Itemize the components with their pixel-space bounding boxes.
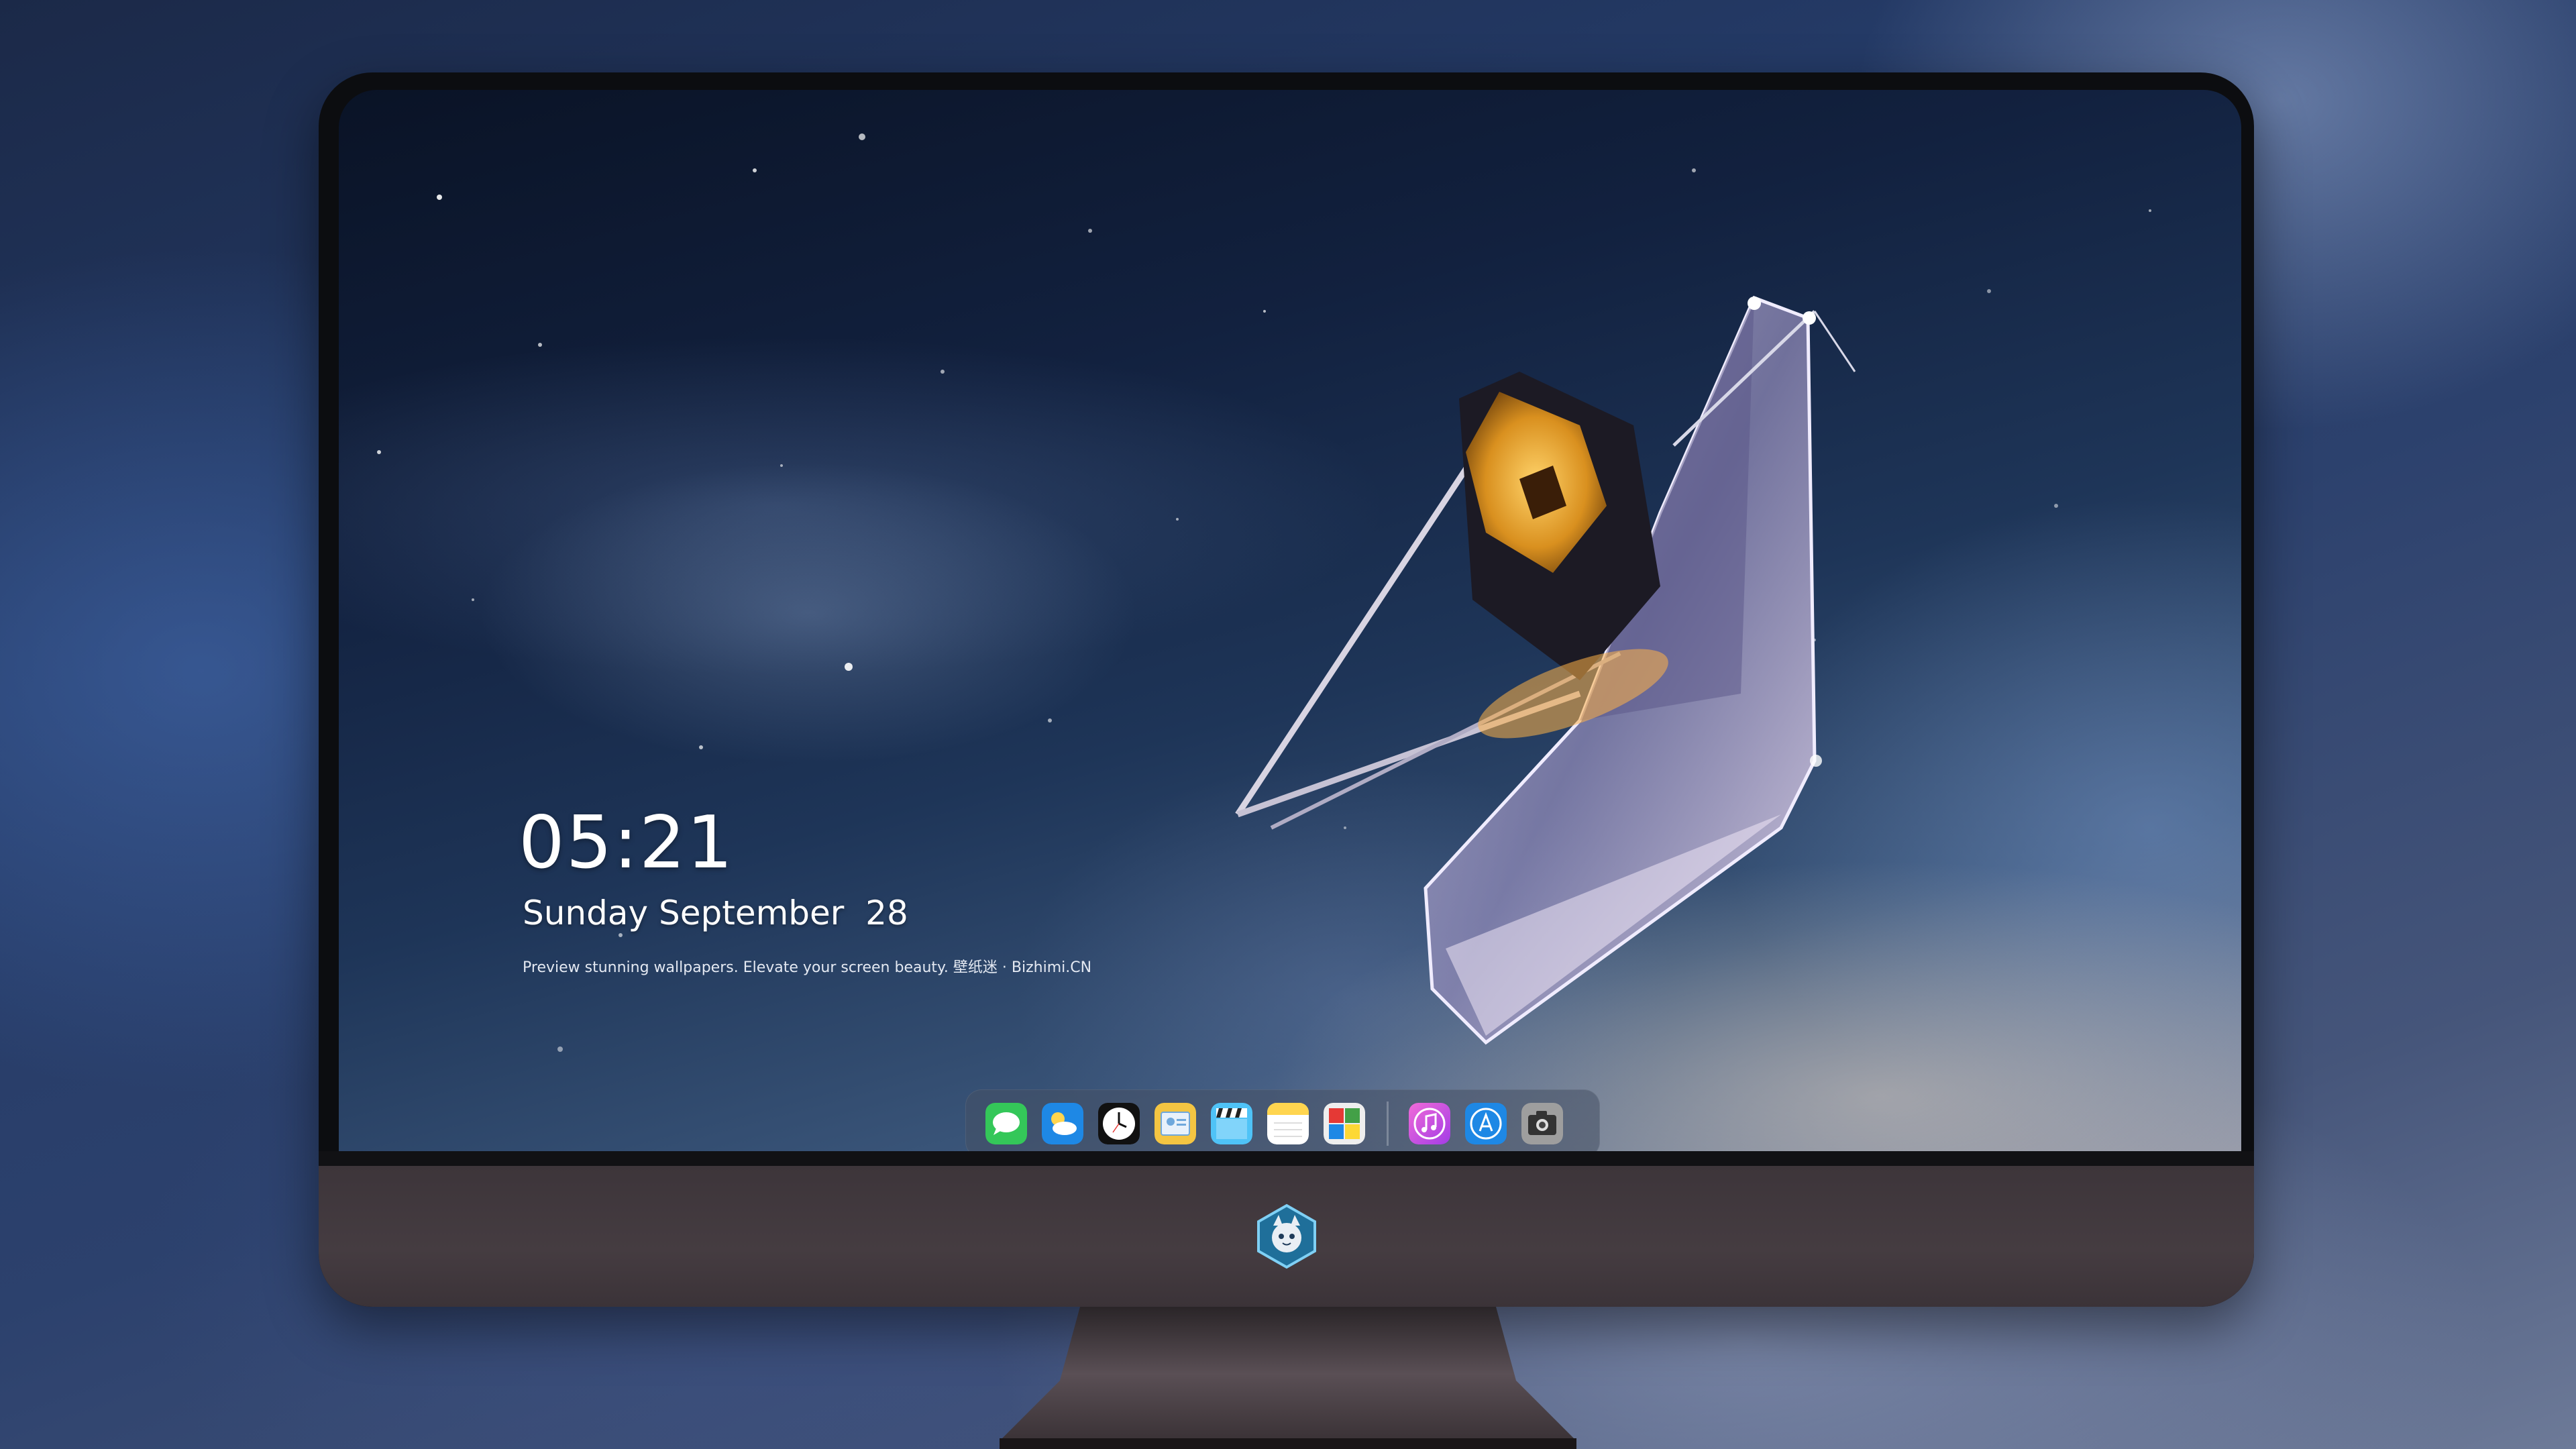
monitor-stand xyxy=(1000,1307,1576,1449)
dock-app-photo-booth[interactable] xyxy=(1324,1103,1365,1144)
bezel-divider xyxy=(319,1151,2254,1166)
dock-app-notes[interactable] xyxy=(1267,1103,1309,1144)
telescope-illustration xyxy=(1235,295,1856,1045)
dock-app-clips[interactable] xyxy=(1211,1103,1252,1144)
mascot-logo-icon xyxy=(1256,1203,1316,1269)
dock-app-weather[interactable] xyxy=(1042,1103,1083,1144)
dock-app-preview[interactable] xyxy=(1155,1103,1196,1144)
background: 05:21 Sunday September 28 Preview stunni… xyxy=(0,0,2576,1449)
dock xyxy=(965,1089,1600,1158)
monitor-chin xyxy=(319,1166,2254,1307)
dock-separator xyxy=(1387,1102,1389,1146)
desktop-screen[interactable]: 05:21 Sunday September 28 Preview stunni… xyxy=(339,90,2241,1158)
monitor: 05:21 Sunday September 28 Preview stunni… xyxy=(319,72,2254,1307)
dock-app-clock[interactable] xyxy=(1098,1103,1140,1144)
photo-booth-icon xyxy=(1324,1103,1365,1144)
dock-app-music[interactable] xyxy=(1409,1103,1450,1144)
notes-icon xyxy=(1267,1103,1309,1144)
camera-icon xyxy=(1521,1103,1563,1144)
preview-icon xyxy=(1155,1103,1196,1144)
clock-tagline: Preview stunning wallpapers. Elevate you… xyxy=(523,959,1092,976)
dock-app-messages[interactable] xyxy=(985,1103,1027,1144)
clock-date: Sunday September 28 xyxy=(523,894,908,932)
weather-icon xyxy=(1042,1103,1083,1144)
music-icon xyxy=(1409,1103,1450,1144)
clapperboard-icon xyxy=(1211,1103,1252,1144)
dock-app-screenshot[interactable] xyxy=(1521,1103,1563,1144)
clock-icon xyxy=(1098,1103,1140,1144)
clock-time: 05:21 xyxy=(519,801,735,885)
app-store-icon xyxy=(1465,1103,1507,1144)
messages-icon xyxy=(985,1103,1027,1144)
dock-app-app-store[interactable] xyxy=(1465,1103,1507,1144)
